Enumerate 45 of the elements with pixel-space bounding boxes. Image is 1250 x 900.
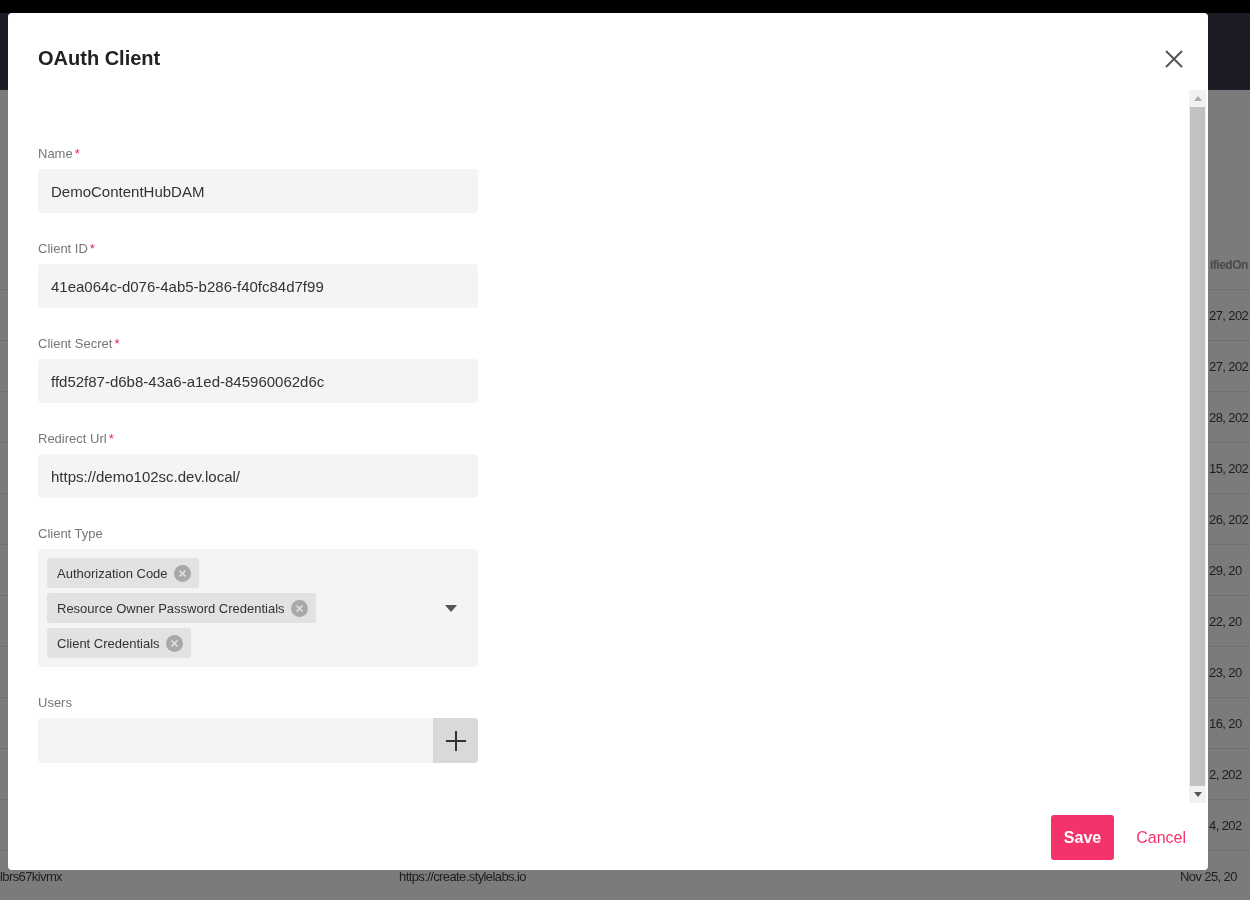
scroll-down-icon[interactable] bbox=[1193, 792, 1202, 797]
text-field[interactable]: DemoContentHubDAM bbox=[38, 169, 478, 213]
table-cell-text: 26, 202 bbox=[1208, 511, 1249, 527]
field-label: Client Type bbox=[38, 526, 104, 541]
remove-icon[interactable] bbox=[165, 634, 183, 652]
table-cell-text: 4, 202 bbox=[1208, 817, 1242, 833]
field-label: Redirect Url* bbox=[38, 431, 115, 446]
dialog-title: OAuth Client bbox=[38, 47, 161, 70]
tag-chip: Client Credentials bbox=[47, 628, 191, 658]
remove-icon[interactable] bbox=[173, 564, 191, 582]
table-cell: lbrs67kivmx bbox=[0, 868, 63, 884]
remove-icon[interactable] bbox=[290, 599, 308, 617]
table-cell-text: 16, 20 bbox=[1208, 715, 1242, 731]
tag-chip: Resource Owner Password Credentials bbox=[47, 593, 316, 623]
table-cell-text: 29, 20 bbox=[1208, 562, 1242, 578]
text-field[interactable]: 41ea064c-d076-4ab5-b286-f40fc84d7f99 bbox=[38, 264, 478, 308]
field-label: Users bbox=[38, 695, 73, 710]
tag-chip: Authorization Code bbox=[47, 558, 199, 588]
multi-select-field[interactable]: Authorization Code Resource Owner Password Credentials Client Credentials bbox=[38, 549, 478, 667]
required-mark: * bbox=[108, 431, 114, 446]
field-label: Client ID* bbox=[38, 241, 96, 256]
table-cell-text: 23, 20 bbox=[1208, 664, 1242, 680]
cancel-button[interactable]: Cancel bbox=[1136, 828, 1186, 847]
plus-icon bbox=[445, 730, 466, 751]
required-mark: * bbox=[74, 146, 80, 161]
field-label: Client Secret* bbox=[38, 336, 121, 351]
scroll-up-icon[interactable] bbox=[1193, 96, 1202, 101]
users-field[interactable] bbox=[38, 718, 433, 763]
table-cell: Nov 25, 20 bbox=[1180, 868, 1237, 884]
table-cell-text: 2, 202 bbox=[1208, 766, 1242, 782]
table-cell-text: 28, 202 bbox=[1208, 409, 1249, 425]
table-cell-text: 27, 202 bbox=[1208, 307, 1249, 323]
scrollbar[interactable] bbox=[1189, 90, 1206, 803]
required-mark: * bbox=[114, 336, 120, 351]
field-label: Name* bbox=[38, 146, 81, 161]
required-mark: * bbox=[89, 241, 95, 256]
save-button[interactable]: Save bbox=[1050, 815, 1115, 860]
dropdown-caret-icon[interactable] bbox=[445, 604, 457, 612]
text-field[interactable]: ffd52f87-d6b8-43a6-a1ed-845960062d6c bbox=[38, 359, 478, 403]
text-field[interactable]: https://demo102sc.dev.local/ bbox=[38, 454, 478, 498]
table-cell-text: 15, 202 bbox=[1208, 460, 1249, 476]
add-button[interactable] bbox=[433, 718, 478, 763]
table-cell-text: 22, 20 bbox=[1208, 613, 1242, 629]
table-cell-text: 27, 202 bbox=[1208, 358, 1249, 374]
table-cell: https://create.stylelabs.io bbox=[399, 868, 526, 884]
